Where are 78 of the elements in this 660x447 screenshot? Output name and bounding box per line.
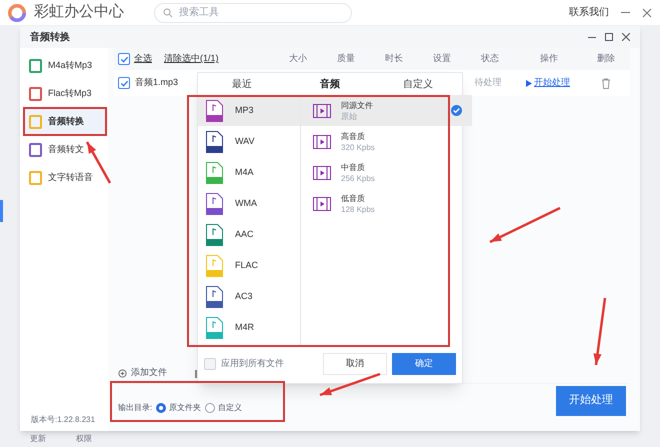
column-header: 删除 (596, 52, 616, 66)
footer-link[interactable]: 更新 (30, 433, 46, 445)
column-header: 状态 (480, 52, 500, 66)
quality-name: 中音质 (341, 162, 366, 172)
annotation-arrow (593, 298, 606, 366)
search-field[interactable]: 搜索工具 (154, 2, 352, 22)
quality-detail: 原始 (341, 110, 358, 122)
format-item[interactable]: AC3 (198, 281, 300, 312)
search-icon (163, 8, 173, 18)
radio-label: 自定义 (218, 402, 242, 414)
apply-all-label: 应用到所有文件 (221, 357, 284, 370)
close-icon[interactable] (642, 8, 652, 18)
status-text: 待处理 (474, 76, 502, 90)
quality-item[interactable]: 高音质 320 Kpbs (301, 126, 472, 157)
video-file-icon (313, 134, 331, 148)
add-circle-icon (118, 368, 127, 378)
app-title: 彩虹办公中心 (34, 2, 124, 22)
quality-name: 高音质 (341, 130, 366, 142)
quality-detail: 256 Kpbs (341, 172, 375, 184)
check-circle-icon (451, 105, 462, 116)
quality-item[interactable]: 同源文件 原始 (301, 95, 472, 126)
close-icon[interactable] (622, 33, 630, 41)
apply-all-checkbox[interactable] (204, 358, 216, 370)
rainbow-logo-icon (8, 4, 26, 22)
footer-link[interactable]: 权限 (76, 433, 92, 445)
version-text: 版本号:1.22.8.231 (30, 414, 96, 426)
column-header: 时长 (384, 52, 404, 66)
window-title: 音频转换 (30, 30, 70, 44)
format-tab[interactable]: 最近 (198, 76, 286, 92)
video-file-icon (313, 196, 331, 210)
sidebar-item[interactable]: M4a转Mp3 (23, 52, 108, 80)
annotation-arrow (489, 206, 561, 244)
radio-label: 原文件夹 (169, 402, 202, 414)
column-header: 质量 (336, 52, 356, 66)
radio-button[interactable] (156, 402, 166, 412)
format-item[interactable]: WMA (198, 188, 300, 219)
sidebar-item[interactable]: 音频转文 (23, 136, 108, 164)
radio-button[interactable] (205, 402, 216, 412)
quality-name: 低音质 (341, 192, 366, 204)
output-label: 输出目录: (118, 402, 152, 414)
annotation-arrow (86, 141, 112, 184)
quality-item[interactable]: 中音质 256 Kpbs (301, 157, 472, 188)
start-button[interactable]: 开始处理 (556, 386, 626, 416)
video-file-icon (313, 166, 331, 180)
video-file-icon (313, 104, 331, 118)
add-file-button[interactable]: 添加文件 (131, 366, 167, 380)
column-header: 设置 (432, 52, 452, 66)
sidebar-item[interactable]: Flac转Mp3 (23, 80, 108, 108)
format-item[interactable]: MP3 (198, 95, 300, 126)
format-item[interactable]: M4A (198, 157, 300, 188)
clear-selection-link[interactable]: 清除选中(1/1) (164, 52, 219, 66)
annotation-arrow (320, 372, 380, 396)
trash-icon[interactable] (601, 78, 611, 88)
maximize-icon[interactable] (605, 33, 613, 41)
row-checkbox[interactable] (118, 77, 130, 89)
play-icon (526, 80, 532, 86)
select-all-link[interactable]: 全选 (134, 52, 152, 66)
column-header: 操作 (539, 52, 559, 66)
format-item[interactable]: M4R (198, 312, 300, 343)
format-tab[interactable]: 音频 (286, 76, 374, 92)
format-item[interactable]: FLAC (198, 250, 300, 281)
quality-detail: 320 Kpbs (341, 142, 375, 152)
confirm-button[interactable]: 确定 (392, 353, 456, 375)
minimize-icon[interactable] (588, 36, 596, 38)
format-item[interactable]: WAV (198, 126, 300, 157)
quality-name: 同源文件 (341, 100, 373, 110)
quality-item[interactable]: 低音质 128 Kpbs (301, 188, 472, 219)
contact-link[interactable]: 联系我们 (569, 5, 609, 20)
format-item[interactable]: AAC (198, 219, 300, 250)
start-link[interactable]: 开始处理 (534, 76, 570, 90)
column-header: 大小 (288, 52, 308, 66)
cancel-button[interactable]: 取消 (323, 353, 387, 375)
quality-detail: 128 Kpbs (341, 204, 375, 214)
file-name: 音频1.mp3 (135, 76, 178, 90)
format-tab[interactable]: 自定义 (374, 76, 462, 92)
sidebar-item[interactable]: 文字转语音 (23, 164, 108, 192)
select-all-checkbox[interactable] (118, 53, 130, 65)
sidebar-highlight (0, 200, 3, 222)
